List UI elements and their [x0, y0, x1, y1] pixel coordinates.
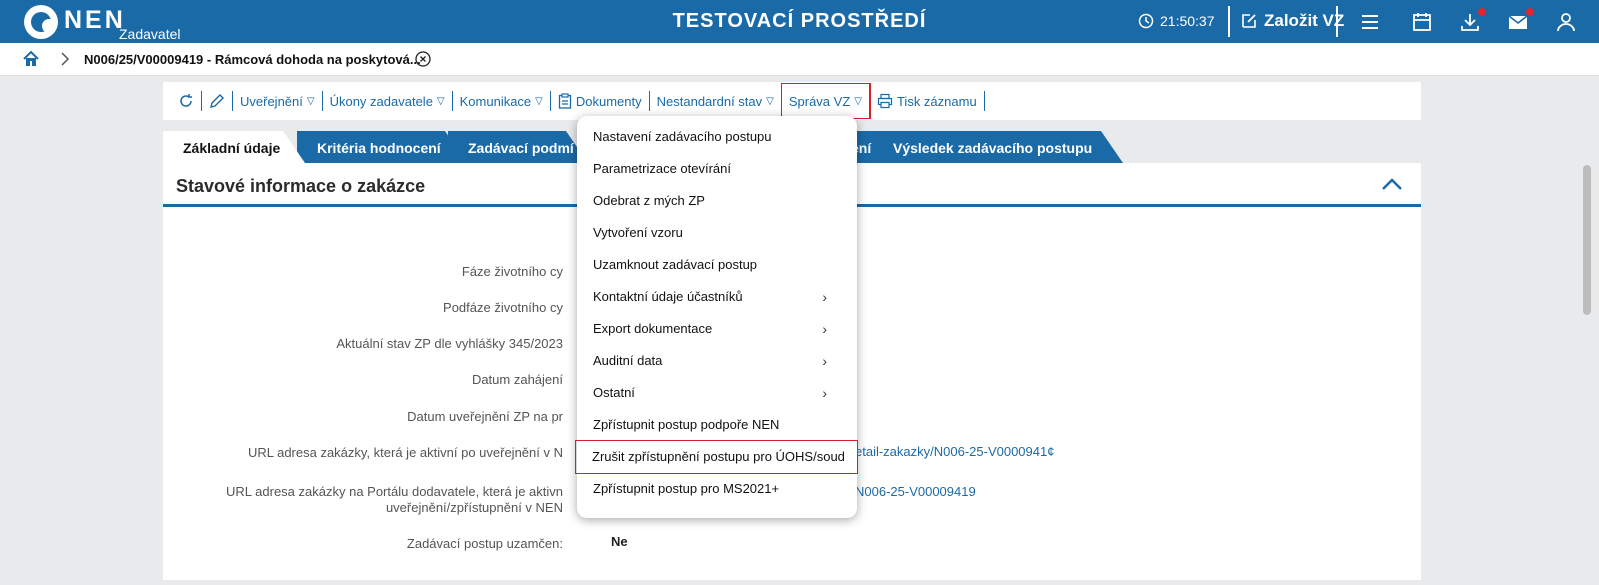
toolbar-sprava-vz[interactable]: Správa VZ ▽	[780, 83, 871, 119]
toolbar-label: Úkony zadavatele	[329, 93, 433, 109]
breadcrumb-current[interactable]: N006/25/V00009419 - Rámcová dohoda na po…	[84, 52, 421, 67]
menu-item-label: Parametrizace otevírání	[593, 161, 732, 176]
menu-item-label: Vytvoření vzoru	[593, 225, 683, 240]
chevron-up-icon[interactable]	[1381, 177, 1403, 191]
pencil-icon	[210, 94, 224, 108]
field-label: Podfáze životního cy	[443, 300, 563, 315]
field-label: URL adresa zakázky na Portálu dodavatele…	[226, 484, 563, 499]
menu-item-label: Export dokumentace	[593, 321, 713, 336]
toolbar-dokumenty[interactable]: Dokumenty	[551, 91, 650, 111]
supplier-portal-url-link[interactable]: N006-25-V00009419	[855, 484, 976, 499]
toolbar-uverejneni[interactable]: Uveřejnění ▽	[233, 91, 323, 111]
field-label: Datum uveřejnění ZP na pr	[407, 409, 563, 424]
calendar-icon[interactable]	[1410, 10, 1434, 34]
panel-title: Stavové informace o zakázce	[176, 176, 426, 196]
menu-item-kontaktni-udaje[interactable]: Kontaktní údaje účastníků ›	[577, 281, 857, 313]
triangle-down-icon: ▽	[854, 95, 862, 107]
menu-item-export[interactable]: Export dokumentace ›	[577, 313, 857, 345]
menu-item-zpristupnit-ms2021[interactable]: Zpřístupnit postup pro MS2021+	[577, 473, 857, 505]
header-divider	[1228, 6, 1230, 37]
field-label: Fáze životního cy	[461, 264, 563, 279]
triangle-down-icon: ▽	[766, 95, 774, 107]
menu-item-nastaveni[interactable]: Nastavení zadávacího postupu	[577, 121, 857, 153]
toolbar-nestandardni-stav[interactable]: Nestandardní stav ▽	[650, 91, 782, 111]
menu-item-label: Odebrat z mých ZP	[593, 193, 705, 208]
toolbar-komunikace[interactable]: Komunikace ▽	[453, 91, 551, 111]
chevron-right-icon: ›	[822, 353, 827, 369]
menu-item-label: Uzamknout zadávací postup	[593, 257, 758, 272]
refresh-button[interactable]	[171, 91, 202, 111]
chevron-right-icon: ›	[822, 321, 827, 337]
toolbar-label: Komunikace	[459, 93, 532, 109]
refresh-icon	[180, 94, 192, 107]
field-label: uveřejnění/zpřístupnění v NEN	[385, 500, 563, 515]
toolbar-label: Tisk záznamu	[896, 93, 977, 109]
field-label: URL adresa zakázky, která je aktivní po …	[247, 445, 563, 460]
toolbar-label: Uveřejnění	[240, 93, 303, 109]
chevron-right-icon	[61, 52, 70, 66]
create-vz-label: Založit VZ	[1264, 11, 1345, 30]
field-label: Datum zahájení	[471, 372, 563, 387]
toolbar-ukony-zadavatele[interactable]: Úkony zadavatele ▽	[323, 91, 453, 111]
triangle-down-icon: ▽	[535, 95, 543, 107]
field-label: Aktuální stav ZP dle vyhlášky 345/2023	[336, 336, 563, 351]
menu-item-zpristupnit-podpore[interactable]: Zpřístupnit postup podpoře NEN	[577, 409, 857, 441]
menu-item-vytvoreni-vzoru[interactable]: Vytvoření vzoru	[577, 217, 857, 249]
menu-item-odebrat[interactable]: Odebrat z mých ZP	[577, 185, 857, 217]
toolbar-label: Nestandardní stav	[656, 93, 763, 109]
locked-value: Ne	[611, 534, 628, 549]
menu-item-label: Zpřístupnit postup podpoře NEN	[593, 417, 780, 432]
header-divider	[1336, 6, 1338, 37]
menu-icon[interactable]	[1358, 10, 1382, 34]
menu-item-label: Zrušit zpřístupnění postupu pro ÚOHS/sou…	[592, 449, 845, 464]
create-vz-button[interactable]: Založit VZ	[1240, 11, 1344, 31]
download-icon[interactable]	[1458, 8, 1486, 34]
printer-icon	[877, 93, 893, 109]
session-clock: 21:50:37	[1138, 13, 1215, 29]
edit-icon	[1242, 14, 1256, 28]
toolbar-label: Správa VZ	[788, 93, 851, 109]
close-icon[interactable]	[415, 51, 431, 67]
tab-zakladni-udaje[interactable]: Základní údaje	[163, 131, 305, 163]
tab-zadavaci-podminky[interactable]: Zadávací podmí	[448, 131, 588, 163]
user-icon[interactable]	[1554, 10, 1578, 34]
chevron-right-icon: ›	[822, 385, 827, 401]
breadcrumb: N006/25/V00009419 - Rámcová dohoda na po…	[0, 43, 1599, 76]
sprava-vz-dropdown: Nastavení zadávacího postupu Parametriza…	[575, 116, 858, 518]
menu-item-label: Ostatní	[593, 385, 635, 400]
menu-item-label: Auditní data	[593, 353, 663, 368]
action-toolbar: Uveřejnění ▽ Úkony zadavatele ▽ Komunikace…	[163, 82, 1421, 120]
clock-icon	[1138, 13, 1154, 29]
tab-vysledek[interactable]: Výsledek zadávacího postupu	[873, 131, 1123, 163]
notification-badge	[1478, 8, 1486, 16]
clipboard-icon	[558, 93, 572, 109]
menu-item-parametrizace[interactable]: Parametrizace otevírání	[577, 153, 857, 185]
triangle-down-icon: ▽	[306, 95, 315, 107]
notification-badge	[1526, 8, 1534, 16]
chevron-right-icon: ›	[822, 289, 827, 305]
toolbar-tisk-zaznamu[interactable]: Tisk záznamu	[870, 91, 985, 111]
order-url-link[interactable]: etail-zakazky/N006-25-V0000941¢	[855, 444, 1054, 459]
edit-button[interactable]	[202, 91, 233, 111]
menu-item-label: Kontaktní údaje účastníků	[593, 289, 743, 304]
menu-item-label: Nastavení zadávacího postupu	[593, 129, 772, 144]
menu-item-auditni-data[interactable]: Auditní data ›	[577, 345, 857, 377]
home-icon[interactable]	[22, 50, 40, 68]
menu-item-ostatni[interactable]: Ostatní ›	[577, 377, 857, 409]
menu-item-uzamknout[interactable]: Uzamknout zadávací postup	[577, 249, 857, 281]
field-label: Zadávací postup uzamčen:	[406, 536, 563, 551]
tab-kriteria-hodnoceni[interactable]: Kritéria hodnocení	[297, 131, 467, 163]
top-header: NEN Zadavatel TESTOVACÍ PROSTŘEDÍ 21:50:…	[0, 0, 1599, 43]
toolbar-label: Dokumenty	[575, 93, 642, 109]
menu-item-zrusit-zpristupneni[interactable]: Zrušit zpřístupnění postupu pro ÚOHS/sou…	[575, 440, 858, 474]
clock-value: 21:50:37	[1160, 13, 1215, 29]
menu-item-label: Zpřístupnit postup pro MS2021+	[593, 481, 780, 496]
scrollbar-thumb[interactable]	[1583, 165, 1591, 315]
mail-icon[interactable]	[1506, 8, 1534, 34]
triangle-down-icon: ▽	[436, 95, 445, 107]
